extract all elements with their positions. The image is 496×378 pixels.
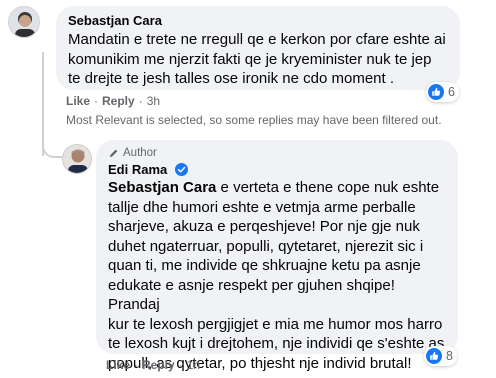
reaction-count: 8	[446, 349, 453, 363]
thread-connector	[42, 138, 64, 158]
reaction-count: 6	[448, 85, 455, 99]
reply-actions: Like · Reply · 1h	[106, 358, 200, 372]
comment-actions: Like · Reply · 3h	[66, 94, 160, 108]
thumbs-up-icon	[428, 84, 444, 100]
timestamp[interactable]: 3h	[147, 94, 160, 108]
avatar-image	[9, 7, 39, 37]
separator: ·	[138, 94, 143, 108]
separator: ·	[134, 358, 139, 372]
avatar-image	[63, 145, 91, 173]
avatar[interactable]	[8, 6, 40, 38]
reply-bubble: Author Edi Rama Sebastjan Cara e verteta…	[96, 140, 458, 372]
reply-author[interactable]: Edi Rama	[108, 161, 167, 178]
comment-author[interactable]: Sebastjan Cara	[68, 12, 162, 29]
filter-note: Most Relevant is selected, so some repli…	[66, 113, 442, 127]
reply-button[interactable]: Reply	[102, 94, 135, 108]
timestamp[interactable]: 1h	[187, 358, 200, 372]
comment-bubble: Sebastjan Cara Mandatin e trete ne rregu…	[56, 6, 460, 90]
verified-badge-icon	[175, 163, 189, 176]
like-button[interactable]: Like	[106, 358, 130, 372]
reply-body: e verteta e thene cope nuk eshte tallje …	[108, 179, 445, 372]
thumbs-up-icon	[426, 348, 442, 364]
separator: ·	[178, 358, 183, 372]
avatar[interactable]	[62, 144, 92, 174]
mention-link[interactable]: Sebastjan Cara	[108, 179, 216, 196]
reply-text: Sebastjan Cara e verteta e thene cope nu…	[108, 178, 446, 373]
separator: ·	[94, 94, 99, 108]
author-badge: Author	[108, 146, 446, 161]
reaction-summary[interactable]: 6	[426, 82, 459, 102]
reaction-summary[interactable]: 8	[424, 346, 457, 366]
like-button[interactable]: Like	[66, 94, 90, 108]
author-badge-label: Author	[123, 147, 157, 159]
pen-icon	[109, 149, 118, 158]
reply-button[interactable]: Reply	[142, 358, 175, 372]
comment-text: Mandatin e trete ne rregull qe e kerkon …	[68, 31, 446, 87]
